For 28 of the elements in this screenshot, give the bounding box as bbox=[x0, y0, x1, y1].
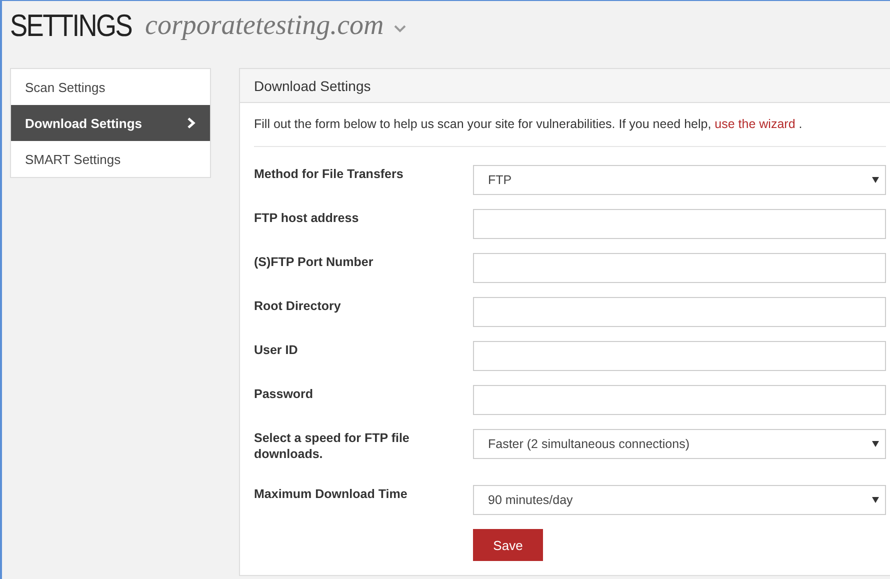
dropdown-caret-icon bbox=[872, 497, 879, 503]
field-label: FTP host address bbox=[254, 210, 360, 227]
input-field[interactable] bbox=[473, 297, 886, 327]
chevron-right-icon bbox=[187, 117, 196, 129]
field-label: (S)FTP Port Number bbox=[254, 254, 374, 271]
dropdown-caret-icon bbox=[872, 441, 879, 447]
input-field[interactable] bbox=[473, 209, 886, 239]
select-field[interactable]: FTP bbox=[473, 165, 886, 195]
panel-title: Download Settings bbox=[240, 69, 890, 103]
field-label: Method for File Transfers bbox=[254, 166, 404, 183]
sidebar-item[interactable]: Download Settings bbox=[11, 105, 210, 141]
dropdown-caret-icon bbox=[872, 177, 879, 183]
field-label: Root Directory bbox=[254, 298, 342, 315]
select-field[interactable]: 90 minutes/day bbox=[473, 485, 886, 515]
field-label: User ID bbox=[254, 342, 299, 359]
input-field[interactable] bbox=[473, 253, 886, 283]
wizard-link[interactable]: use the wizard bbox=[714, 117, 796, 131]
chevron-down-icon[interactable] bbox=[394, 25, 406, 33]
site-name[interactable]: corporatetesting.com bbox=[145, 10, 384, 42]
field-label: Maximum Download Time bbox=[254, 486, 408, 503]
input-field[interactable] bbox=[473, 341, 886, 371]
field-label: Select a speed for FTP file downloads. bbox=[254, 430, 410, 462]
select-field[interactable]: Faster (2 simultaneous connections) bbox=[473, 429, 886, 459]
form-description: Fill out the form below to help us scan your site for vulnerabilities. If you need help, use the wizard . bbox=[254, 103, 886, 147]
field-label: Password bbox=[254, 386, 314, 403]
save-button[interactable]: Save bbox=[473, 529, 543, 561]
input-field[interactable] bbox=[473, 385, 886, 415]
page-title: SETTINGS bbox=[10, 8, 132, 44]
